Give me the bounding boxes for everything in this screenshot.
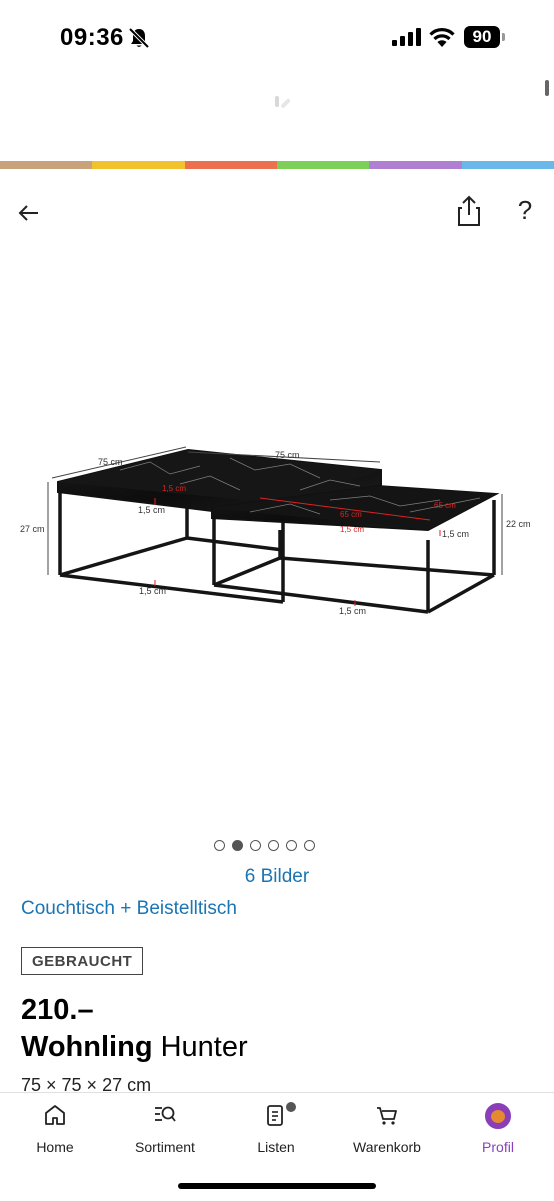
dim-frame-4: 1,5 cm xyxy=(442,529,469,539)
help-icon[interactable]: ? xyxy=(510,192,540,228)
dim-height-right: 22 cm xyxy=(506,519,531,529)
tab-warenkorb-label: Warenkorb xyxy=(353,1139,421,1155)
carousel-dot[interactable] xyxy=(232,840,243,851)
dim-frame-3: 1,5 cm xyxy=(339,606,366,616)
price: 210.– xyxy=(21,994,94,1026)
tab-sortiment[interactable]: Sortiment xyxy=(110,1093,220,1163)
dim-height-left: 27 cm xyxy=(20,524,45,534)
stripe-segment-2 xyxy=(92,161,185,169)
carousel-dot[interactable] xyxy=(268,840,279,851)
carousel-dot[interactable] xyxy=(214,840,225,851)
stripe-segment-6 xyxy=(461,161,554,169)
share-icon[interactable] xyxy=(454,194,484,228)
condition-badge: GEBRAUCHT xyxy=(21,947,144,975)
carousel-dot[interactable] xyxy=(304,840,315,851)
carousel-dot[interactable] xyxy=(250,840,261,851)
wifi-icon xyxy=(429,28,455,47)
dim-frame-2: 1,5 cm xyxy=(139,586,166,596)
status-bar: 09:36 90 xyxy=(0,0,554,76)
dim-depth-left: 75 cm xyxy=(98,457,123,467)
tab-profil[interactable]: Profil xyxy=(443,1093,553,1163)
dim-frame-1: 1,5 cm xyxy=(138,505,165,515)
color-stripe xyxy=(0,161,554,169)
tab-profil-label: Profil xyxy=(482,1139,514,1155)
sortiment-search-icon xyxy=(155,1106,176,1122)
signal-icon xyxy=(392,28,421,46)
status-time: 09:36 xyxy=(60,24,124,51)
list-badge-dot xyxy=(285,1101,297,1113)
carousel-dot[interactable] xyxy=(286,840,297,851)
stripe-segment-4 xyxy=(276,161,370,169)
battery-level: 90 xyxy=(464,26,500,48)
dim-small-2: 65 cm xyxy=(434,501,456,510)
avatar xyxy=(485,1103,511,1129)
product-image[interactable]: 75 cm 75 cm 27 cm 22 cm 1,5 cm 1,5 cm 1,… xyxy=(0,250,554,820)
dim-width-top: 75 cm xyxy=(275,450,300,460)
stripe-segment-3 xyxy=(184,161,277,169)
bell-muted-icon xyxy=(128,27,150,49)
nav-row: ? xyxy=(0,190,554,238)
product-brand: Wohnling xyxy=(21,1031,153,1063)
back-arrow-icon[interactable] xyxy=(14,198,44,228)
battery-icon: 90 xyxy=(464,26,506,48)
product-title: Wohnling Hunter xyxy=(21,1031,248,1064)
tab-listen[interactable]: Listen xyxy=(221,1093,331,1163)
tab-listen-label: Listen xyxy=(257,1139,295,1155)
loading-spinner-icon xyxy=(275,96,291,108)
tab-warenkorb[interactable]: Warenkorb xyxy=(332,1093,442,1163)
cart-icon xyxy=(377,1107,397,1125)
tab-sortiment-label: Sortiment xyxy=(135,1139,195,1155)
dim-small-1: 65 cm xyxy=(340,510,362,519)
stripe-segment-5 xyxy=(369,161,462,169)
tab-home[interactable]: Home xyxy=(0,1093,110,1163)
category-link[interactable]: Couchtisch + Beistelltisch xyxy=(21,898,237,920)
home-indicator xyxy=(178,1183,376,1189)
dim-frame-6: 1,5 cm xyxy=(340,525,364,534)
home-icon xyxy=(45,1105,65,1125)
scroll-indicator xyxy=(545,80,549,96)
stripe-segment-1 xyxy=(0,161,93,169)
dim-frame-5: 1,5 cm xyxy=(162,484,186,493)
product-model: Hunter xyxy=(160,1031,248,1063)
tab-home-label: Home xyxy=(36,1139,74,1155)
carousel-dots[interactable] xyxy=(214,840,315,851)
image-count-link[interactable]: 6 Bilder xyxy=(0,866,554,888)
